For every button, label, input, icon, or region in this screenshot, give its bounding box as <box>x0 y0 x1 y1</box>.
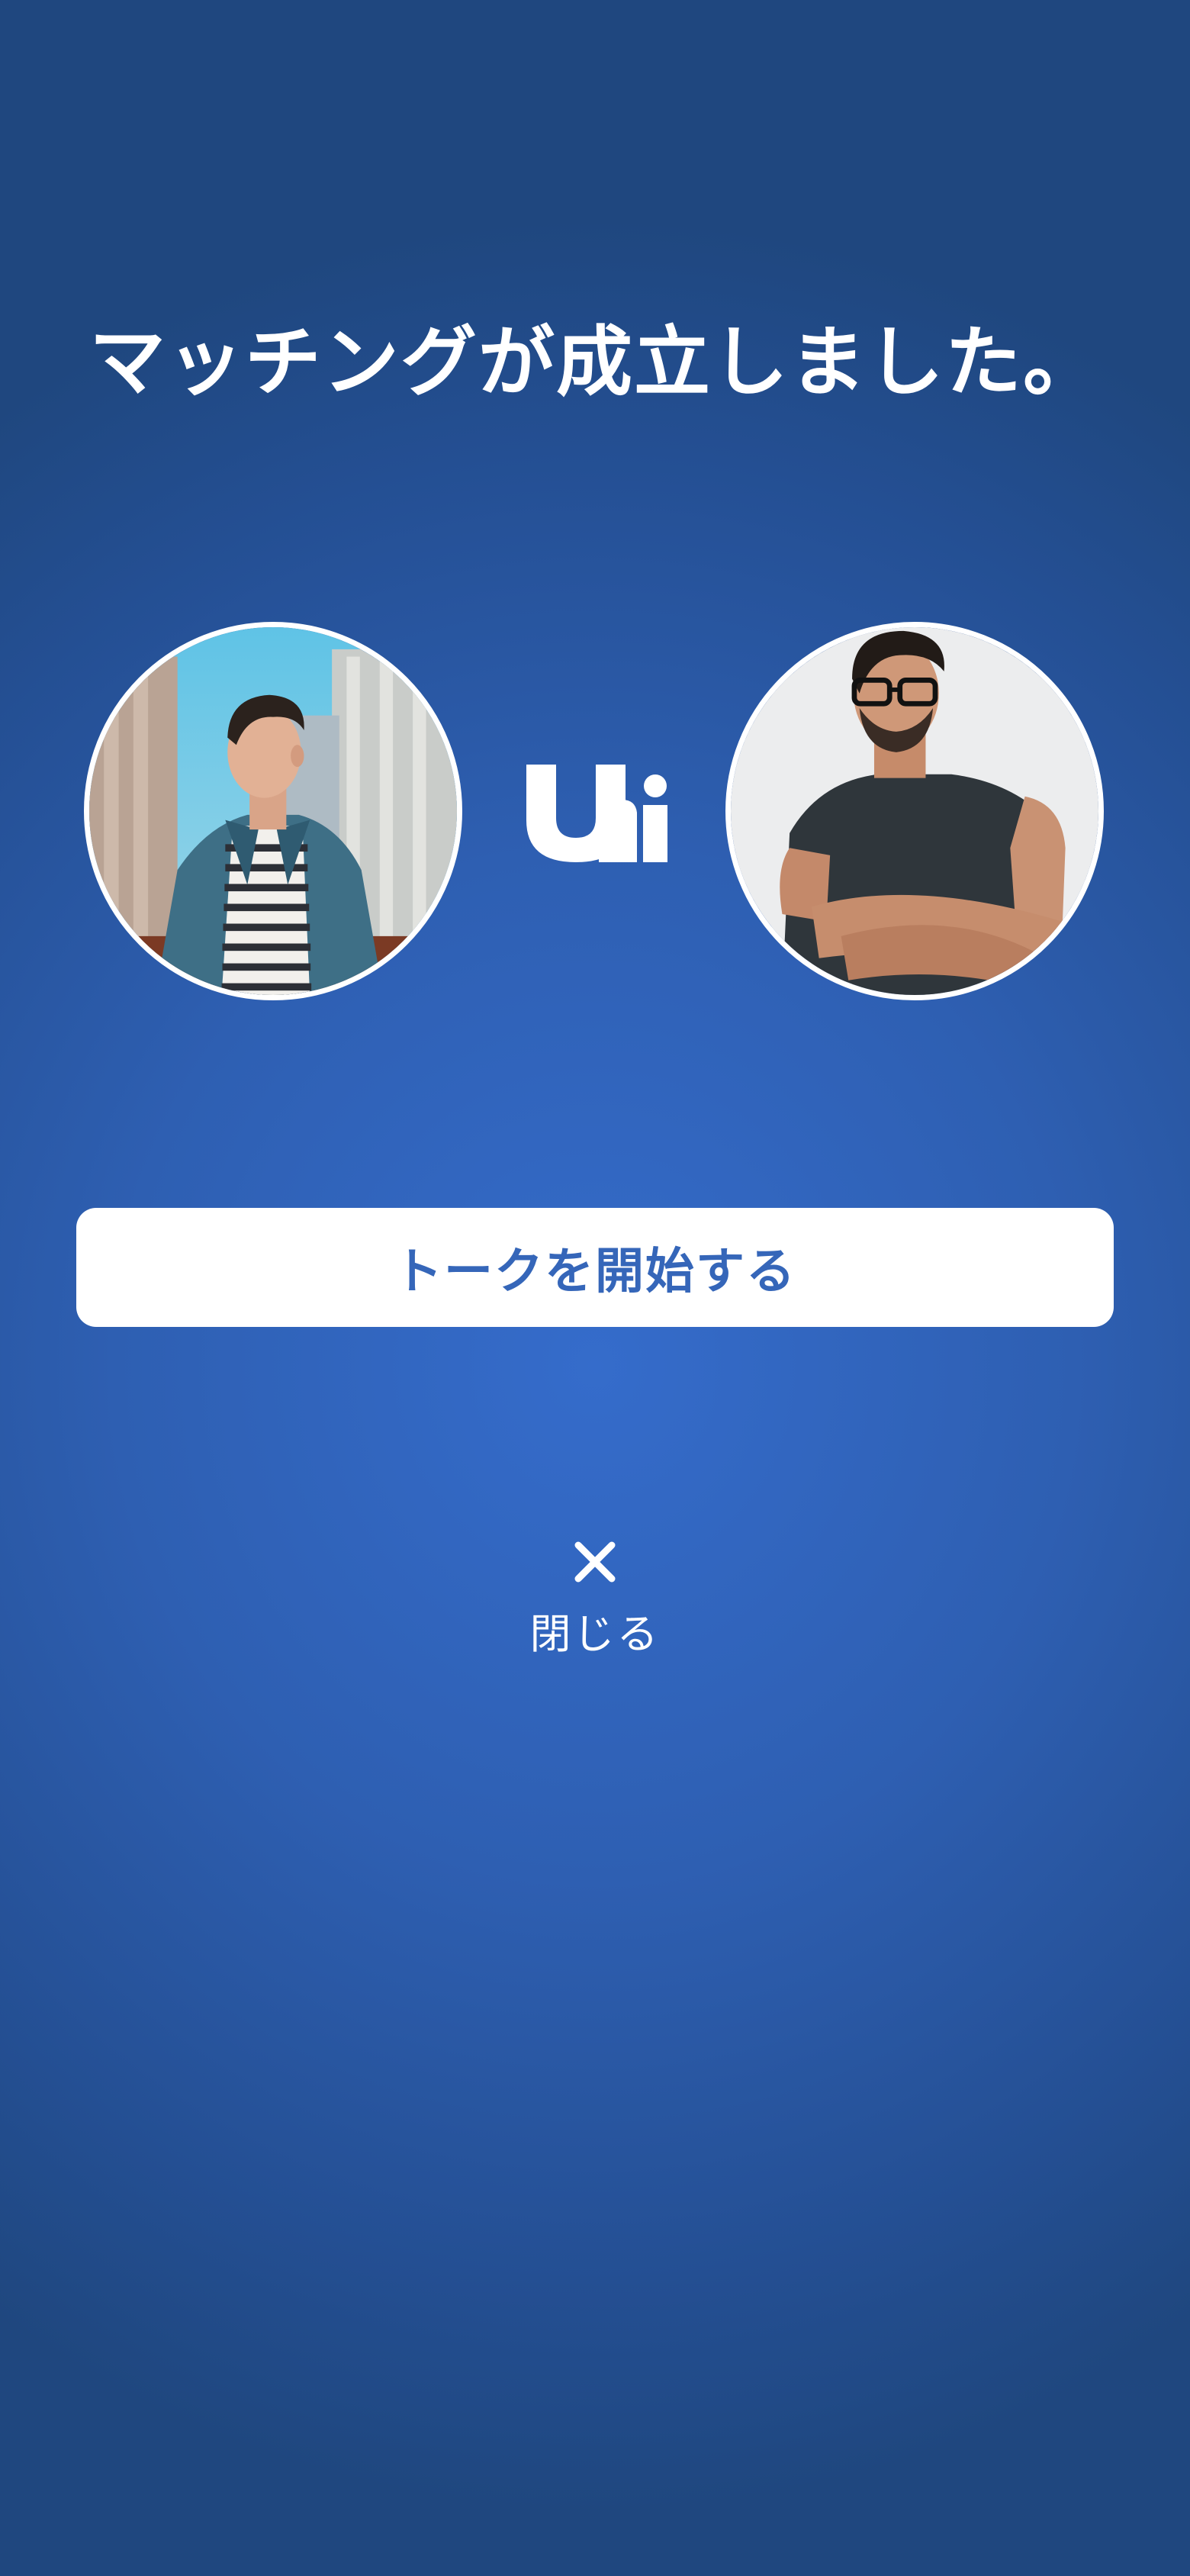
match-success-screen: マッチングが成立しました。 トークを開始する 閉じる <box>0 0 1190 2576</box>
avatar-right <box>725 622 1104 1000</box>
close-button[interactable]: 閉じる <box>473 1522 717 1667</box>
profile-photo-right <box>731 627 1098 995</box>
profile-photo-left <box>89 627 457 995</box>
close-icon[interactable] <box>571 1538 619 1586</box>
match-title: マッチングが成立しました。 <box>89 317 1101 407</box>
start-talk-button[interactable]: トークを開始する <box>76 1208 1114 1327</box>
avatar-left <box>84 622 462 1000</box>
ui-logo-icon <box>523 755 667 870</box>
start-talk-label: トークを開始する <box>394 1244 796 1300</box>
close-label: 閉じる <box>529 1610 661 1658</box>
